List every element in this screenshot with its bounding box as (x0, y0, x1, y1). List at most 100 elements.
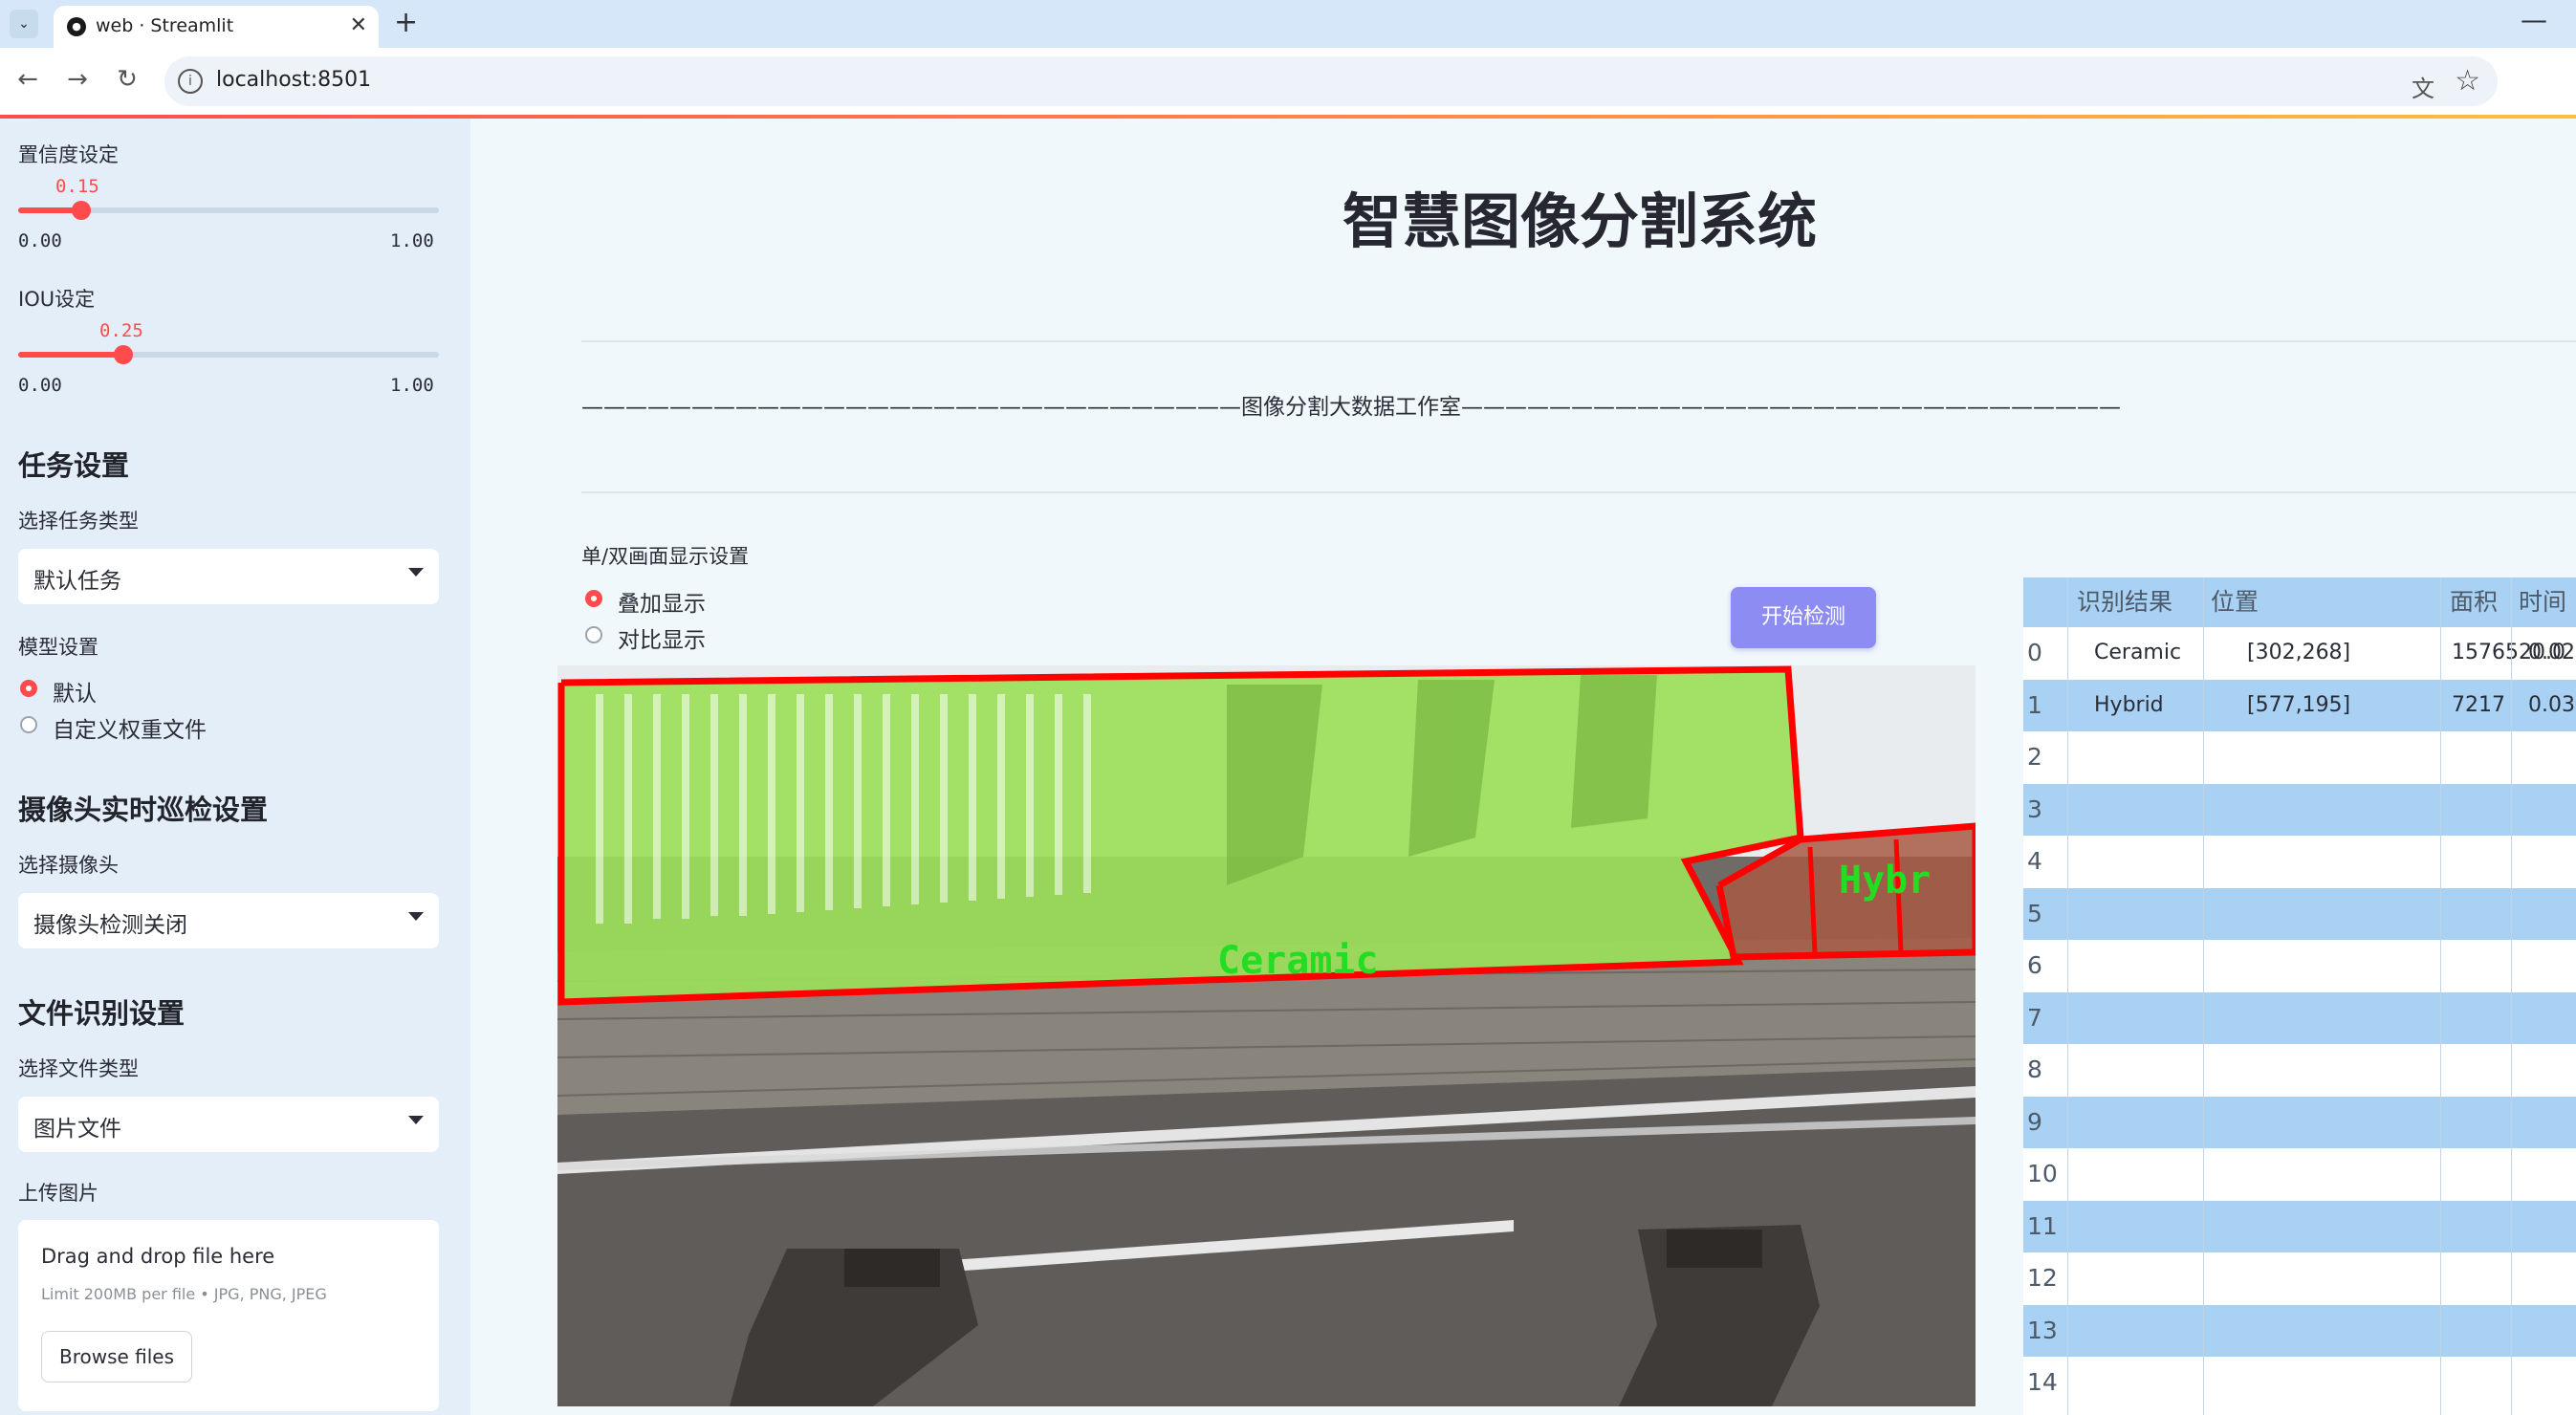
back-icon[interactable]: ← (10, 61, 46, 98)
table-cell-index: 5 (2027, 899, 2042, 927)
table-cell-index: 9 (2027, 1107, 2042, 1136)
column-header: 位置 (2211, 588, 2259, 616)
table-row[interactable]: 2 (2023, 731, 2576, 783)
tab-title: web · Streamlit (96, 15, 234, 36)
confidence-label: 置信度设定 (18, 143, 119, 166)
table-cell-index: 11 (2027, 1211, 2058, 1240)
iou-min: 0.00 (18, 375, 62, 396)
reload-icon[interactable]: ↻ (109, 61, 145, 98)
page-title: 智慧图像分割系统 (1342, 186, 1817, 256)
segmentation-image: Ceramic Hybr (557, 665, 1976, 1406)
iou-label: IOU设定 (18, 288, 96, 311)
browse-files-button[interactable]: Browse files (41, 1331, 192, 1382)
dropzone-limit: Limit 200MB per file • JPG, PNG, JPEG (41, 1285, 327, 1303)
file-dropzone[interactable]: Drag and drop file here Limit 200MB per … (18, 1220, 439, 1411)
table-row[interactable]: 1 Hybrid [577,195] 7217 0.03 (2023, 679, 2576, 731)
column-divider (2440, 577, 2441, 1415)
column-divider (2067, 577, 2068, 1415)
radio-selected-icon (585, 590, 602, 607)
camera-section-heading: 摄像头实时巡检设置 (18, 794, 269, 826)
translate-icon[interactable]: 文 (2412, 70, 2434, 103)
table-row[interactable]: 13 (2023, 1304, 2576, 1357)
browser-tab[interactable]: ● web · Streamlit ✕ (54, 6, 379, 48)
file-type-select[interactable]: 图片文件 (18, 1097, 439, 1152)
table-cell-index: 6 (2027, 951, 2042, 979)
table-row[interactable]: 10 (2023, 1148, 2576, 1200)
table-row[interactable]: 0 Ceramic [302,268] 1576520.0 0.02 (2023, 627, 2576, 679)
ceramic-label: Ceramic (1217, 939, 1379, 983)
display-mode-label: 单/双画面显示设置 (581, 545, 750, 568)
address-bar[interactable]: i localhost:8501 文 ☆ (164, 56, 2498, 106)
chevron-down-icon (408, 568, 424, 577)
confidence-max: 1.00 (390, 230, 434, 251)
display-option-label: 叠加显示 (618, 592, 706, 617)
camera-value: 摄像头检测关闭 (33, 913, 187, 938)
minimize-window-icon[interactable]: — (2521, 4, 2547, 35)
chevron-down-icon (408, 912, 424, 921)
table-row[interactable]: 6 (2023, 940, 2576, 991)
table-cell-index: 0 (2027, 639, 2042, 666)
site-info-icon[interactable]: i (178, 69, 203, 94)
browser-nav-bar: ← → ↻ i localhost:8501 文 ☆ (0, 48, 2576, 115)
table-row[interactable]: 5 (2023, 887, 2576, 940)
bracket-cap (1667, 1230, 1762, 1268)
table-cell-index: 13 (2027, 1316, 2058, 1344)
hybrid-label: Hybr (1839, 859, 1931, 903)
results-table[interactable]: 识别结果 位置 面积 时间 0 Ceramic [302,268] 1576520.0… (2023, 577, 2576, 1415)
table-row[interactable]: 8 (2023, 1044, 2576, 1096)
column-header: 面积 (2450, 588, 2499, 616)
table-cell-label: Ceramic (2094, 641, 2182, 664)
column-divider (2511, 577, 2512, 1415)
radio-selected-icon (20, 680, 37, 697)
table-cell-pos: [302,268] (2247, 641, 2351, 664)
table-cell-index: 10 (2027, 1160, 2058, 1187)
table-cell-index: 14 (2027, 1368, 2058, 1396)
table-cell-index: 12 (2027, 1264, 2058, 1292)
camera-select[interactable]: 摄像头检测关闭 (18, 893, 439, 948)
column-header: 识别结果 (2077, 588, 2173, 616)
table-row[interactable]: 11 (2023, 1200, 2576, 1252)
column-header: 时间 (2519, 588, 2567, 616)
confidence-slider[interactable] (18, 201, 439, 220)
browser-tab-bar: ⌄ ● web · Streamlit ✕ + — (0, 0, 2576, 48)
bookmark-star-icon[interactable]: ☆ (2455, 64, 2480, 98)
confidence-slider-thumb[interactable] (72, 201, 91, 220)
streamlit-favicon-icon: ● (67, 17, 86, 36)
studio-banner: ——————————————————————————————图像分割大数据工作室… (581, 395, 2121, 420)
table-row[interactable]: 12 (2023, 1252, 2576, 1304)
file-type-label: 选择文件类型 (18, 1057, 139, 1080)
table-cell-time: 0.02 (2528, 641, 2575, 664)
column-divider (2203, 577, 2204, 1415)
radio-unselected-icon (585, 626, 602, 643)
table-header: 识别结果 位置 面积 时间 (2023, 577, 2576, 627)
table-cell-index: 4 (2027, 847, 2042, 875)
table-row[interactable]: 3 (2023, 783, 2576, 836)
dropzone-title: Drag and drop file here (41, 1245, 275, 1268)
task-type-label: 选择任务类型 (18, 510, 139, 533)
table-row[interactable]: 4 (2023, 836, 2576, 887)
task-type-value: 默认任务 (33, 569, 121, 594)
upload-label: 上传图片 (18, 1182, 98, 1205)
start-detection-button[interactable]: 开始检测 (1731, 587, 1876, 648)
chevron-down-icon (408, 1116, 424, 1124)
table-cell-pos: [577,195] (2247, 692, 2351, 717)
table-row[interactable]: 7 (2023, 991, 2576, 1044)
task-section-heading: 任务设置 (18, 449, 130, 482)
address-url: localhost:8501 (216, 68, 372, 92)
iou-slider-thumb[interactable] (114, 345, 133, 364)
close-tab-icon[interactable]: ✕ (350, 13, 367, 37)
task-type-select[interactable]: 默认任务 (18, 549, 439, 604)
iou-slider[interactable] (18, 345, 439, 364)
table-cell-index: 1 (2027, 690, 2042, 719)
segmentation-scene: Ceramic Hybr (557, 665, 1976, 1406)
table-row[interactable]: 9 (2023, 1096, 2576, 1148)
forward-icon[interactable]: → (59, 61, 96, 98)
new-tab-icon[interactable]: + (394, 6, 418, 39)
divider (581, 340, 2576, 342)
camera-label: 选择摄像头 (18, 854, 119, 877)
table-row[interactable]: 14 (2023, 1357, 2576, 1408)
table-cell-area: 7217 (2452, 692, 2505, 717)
table-cell-index: 8 (2027, 1056, 2042, 1083)
tab-list-chevron-icon[interactable]: ⌄ (10, 10, 38, 38)
iou-value: 0.25 (99, 320, 143, 341)
